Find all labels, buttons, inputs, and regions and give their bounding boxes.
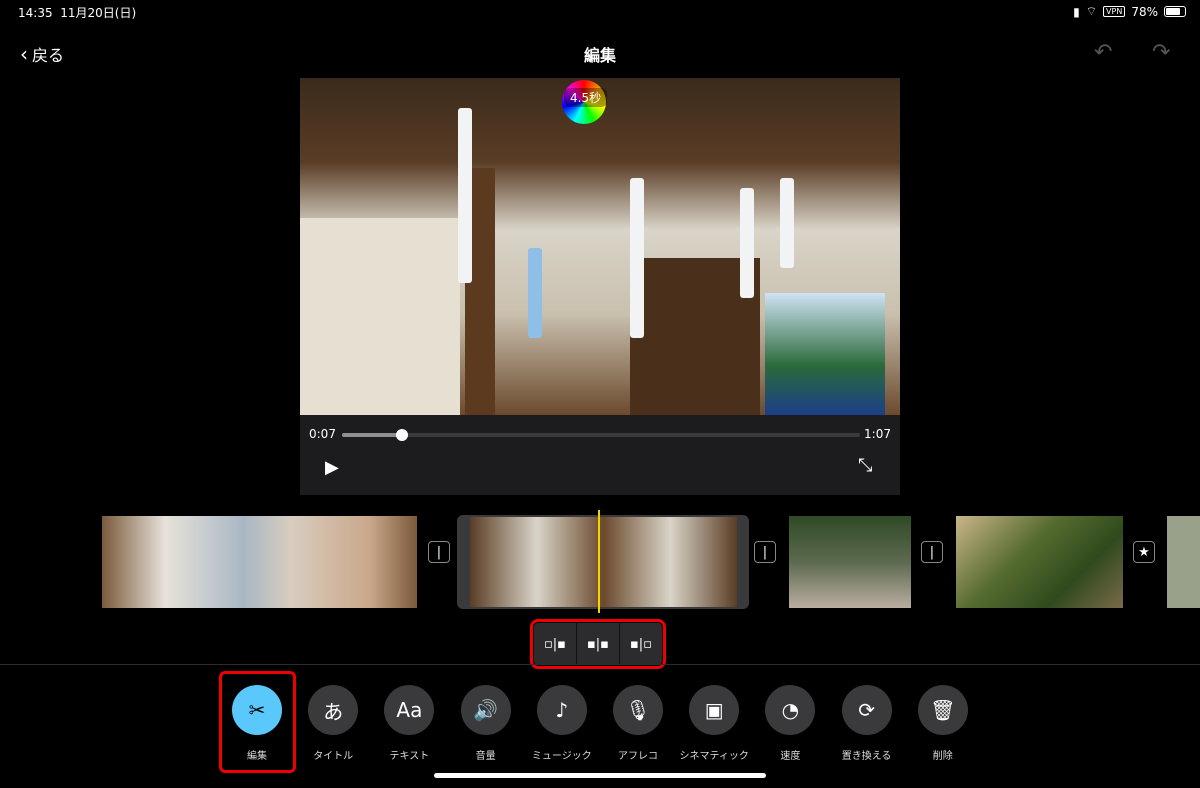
battery-icon [1164, 6, 1186, 17]
tool-label: テキスト [389, 751, 430, 762]
split-center-button[interactable]: ▪|▪ [577, 623, 620, 665]
timeline-clip[interactable] [102, 516, 417, 608]
tool-volume-button[interactable]: 🔊 音量 [448, 685, 524, 762]
tool-label: 削除 [932, 751, 953, 762]
edit-highlight [219, 671, 296, 773]
redo-icon[interactable]: ↷ [1152, 40, 1170, 65]
favorite-star-icon[interactable]: ★ [1133, 541, 1155, 563]
page-title: 編集 [583, 46, 616, 65]
tool-label: 速度 [780, 751, 801, 762]
delete-icon: 🗑 [917, 685, 968, 735]
scrubber-knob[interactable] [395, 429, 408, 441]
timeline-clip[interactable] [956, 516, 1123, 608]
speed-icon: ◔ [765, 685, 816, 735]
tool-title-button[interactable]: あタイトル [295, 685, 371, 762]
tool-label: 音量 [475, 751, 496, 762]
tool-label: 置き換える [841, 751, 892, 762]
split-controls: ▫|▪ ▪|▪ ▪|▫ [530, 619, 666, 669]
tool-text-button[interactable]: Aa テキスト [371, 685, 447, 762]
tool-label: ミュージック [531, 751, 592, 762]
tool-delete-button[interactable]: 🗑 削除 [905, 685, 981, 762]
vpn-badge: VPN [1103, 6, 1126, 17]
music-icon: ♪ [536, 685, 587, 735]
playhead[interactable] [598, 510, 600, 613]
volume-icon: 🔊 [460, 685, 511, 735]
video-preview[interactable]: 4.5秒 [300, 78, 900, 415]
play-icon[interactable]: ▶ [325, 457, 339, 478]
current-time: 0:07 [309, 427, 336, 441]
scrubber[interactable] [342, 429, 860, 441]
voiceover-icon: 🎙 [613, 685, 663, 735]
split-left-button[interactable]: ▫|▪ [534, 623, 577, 665]
timeline-clip[interactable] [789, 516, 911, 608]
home-indicator[interactable] [434, 773, 766, 778]
total-time: 1:07 [864, 427, 891, 441]
tool-music-button[interactable]: ♪ ミュージック [524, 685, 600, 762]
undo-icon[interactable]: ↶ [1094, 40, 1112, 65]
title-icon: あ [308, 685, 359, 735]
tool-label: シネマティック [679, 751, 749, 762]
signal-icon: ▮ [1073, 4, 1080, 19]
tool-cinematic-button[interactable]: ▣ シネマティック [676, 685, 752, 762]
split-right-button[interactable]: ▪|▫ [620, 623, 662, 665]
clip-duration-badge: 4.5秒 [564, 88, 608, 107]
fullscreen-icon[interactable]: ⤡ [858, 455, 872, 476]
transition-button[interactable]: | [754, 541, 776, 563]
tool-voiceover-button[interactable]: 🎙 アフレコ [600, 685, 676, 762]
transition-button[interactable]: | [428, 541, 450, 563]
tool-label: タイトル [313, 751, 354, 762]
text-icon: Aa [384, 685, 435, 735]
transition-button[interactable]: | [921, 541, 943, 563]
wifi-icon: ⌔ [1085, 4, 1098, 18]
cinematic-icon: ▣ [689, 685, 740, 735]
replace-icon: ⟳ [841, 685, 892, 735]
battery-percent: 78% [1131, 4, 1158, 19]
tool-replace-button[interactable]: ⟳ 置き換える [829, 685, 905, 762]
playback-controls: 0:07 1:07 ▶ ⤡ [300, 415, 900, 495]
divider [0, 664, 1200, 665]
status-time: 14:35 11月20日(日) [18, 6, 137, 20]
status-indicators: ▮ ⌔ VPN 78% [1073, 4, 1186, 19]
tool-speed-button[interactable]: ◔ 速度 [752, 685, 828, 762]
tool-label: アフレコ [618, 751, 658, 762]
selected-clip-thumbnails [470, 517, 737, 607]
timeline-clip[interactable] [1167, 516, 1200, 608]
